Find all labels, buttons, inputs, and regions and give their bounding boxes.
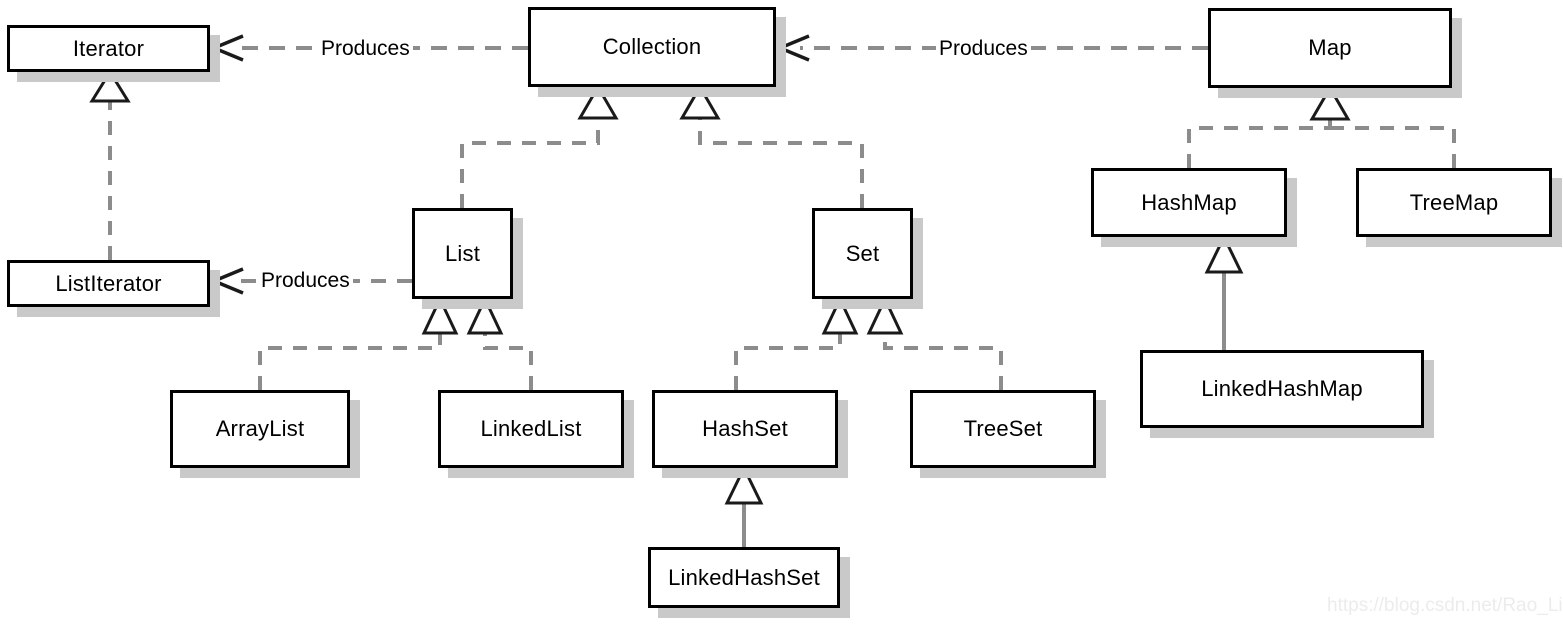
edge-list-extends-collection bbox=[460, 84, 619, 208]
class-node-set[interactable]: Set bbox=[812, 208, 913, 299]
class-node-collection[interactable]: Collection bbox=[528, 7, 776, 87]
class-node-treemap[interactable]: TreeMap bbox=[1356, 168, 1552, 237]
class-node-label: TreeSet bbox=[963, 416, 1043, 441]
class-node-arraylist[interactable]: ArrayList bbox=[170, 390, 350, 468]
class-node-label: HashSet bbox=[702, 416, 788, 441]
edge-linkedlist-implements-list bbox=[466, 295, 533, 390]
class-node-label: LinkedHashMap bbox=[1201, 376, 1363, 401]
edge-set-extends-collection bbox=[679, 84, 864, 208]
generalization-line bbox=[1187, 118, 1332, 168]
edge-label-produces-list-listiterator: Produces bbox=[258, 269, 353, 292]
generalization-line bbox=[460, 117, 600, 208]
watermark-text: https://blog.csdn.net/Rao_Limon bbox=[1327, 595, 1563, 616]
class-node-label: Map bbox=[1308, 35, 1352, 60]
class-node-label: Iterator bbox=[72, 35, 145, 61]
generalization-line bbox=[698, 117, 864, 208]
edge-listiterator-extends-iterator bbox=[89, 69, 131, 260]
class-node-label: ListIterator bbox=[55, 270, 162, 296]
class-node-label: LinkedList bbox=[480, 416, 582, 441]
edge-label-produces-collection-iterator: Produces bbox=[318, 37, 413, 60]
class-node-linkedhashmap[interactable]: LinkedHashMap bbox=[1140, 350, 1424, 428]
generalization-line bbox=[483, 332, 533, 390]
edge-label-produces-map-collection: Produces bbox=[936, 37, 1031, 60]
class-node-label: TreeMap bbox=[1409, 189, 1499, 215]
class-node-label: Set bbox=[845, 240, 880, 266]
class-node-label: HashMap bbox=[1141, 189, 1237, 215]
edge-linkedhashset-extends-hashset bbox=[724, 464, 764, 547]
class-node-list[interactable]: List bbox=[412, 208, 513, 299]
uml-diagram-canvas: Iterator ("Produces") --> Collection ("P… bbox=[0, 0, 1563, 626]
class-node-hashset[interactable]: HashSet bbox=[652, 390, 838, 468]
edge-linkedhashmap-extends-hashmap bbox=[1204, 233, 1244, 350]
class-node-map[interactable]: Map bbox=[1208, 8, 1452, 88]
class-node-treeset[interactable]: TreeSet bbox=[910, 390, 1096, 468]
generalization-line bbox=[883, 332, 1003, 390]
edge-treemap-implements-map bbox=[1330, 126, 1456, 168]
class-node-label: List bbox=[444, 240, 481, 266]
edge-treeset-implements-set bbox=[866, 295, 1003, 390]
class-node-label: LinkedHashSet bbox=[668, 564, 820, 590]
generalization-line bbox=[734, 332, 842, 390]
class-node-linkedlist[interactable]: LinkedList bbox=[438, 390, 624, 468]
class-node-listiterator[interactable]: ListIterator bbox=[7, 260, 210, 307]
class-node-linkedhashset[interactable]: LinkedHashSet bbox=[648, 547, 840, 608]
class-node-label: ArrayList bbox=[215, 416, 305, 441]
edge-arraylist-implements-list bbox=[258, 295, 459, 390]
edge-hashmap-implements-map bbox=[1187, 85, 1351, 168]
generalization-line bbox=[1330, 126, 1456, 168]
class-node-hashmap[interactable]: HashMap bbox=[1091, 168, 1287, 237]
edge-hashset-implements-set bbox=[734, 295, 859, 390]
class-node-iterator[interactable]: Iterator bbox=[7, 25, 210, 72]
class-node-label: Collection bbox=[602, 34, 702, 59]
generalization-line bbox=[258, 332, 442, 390]
